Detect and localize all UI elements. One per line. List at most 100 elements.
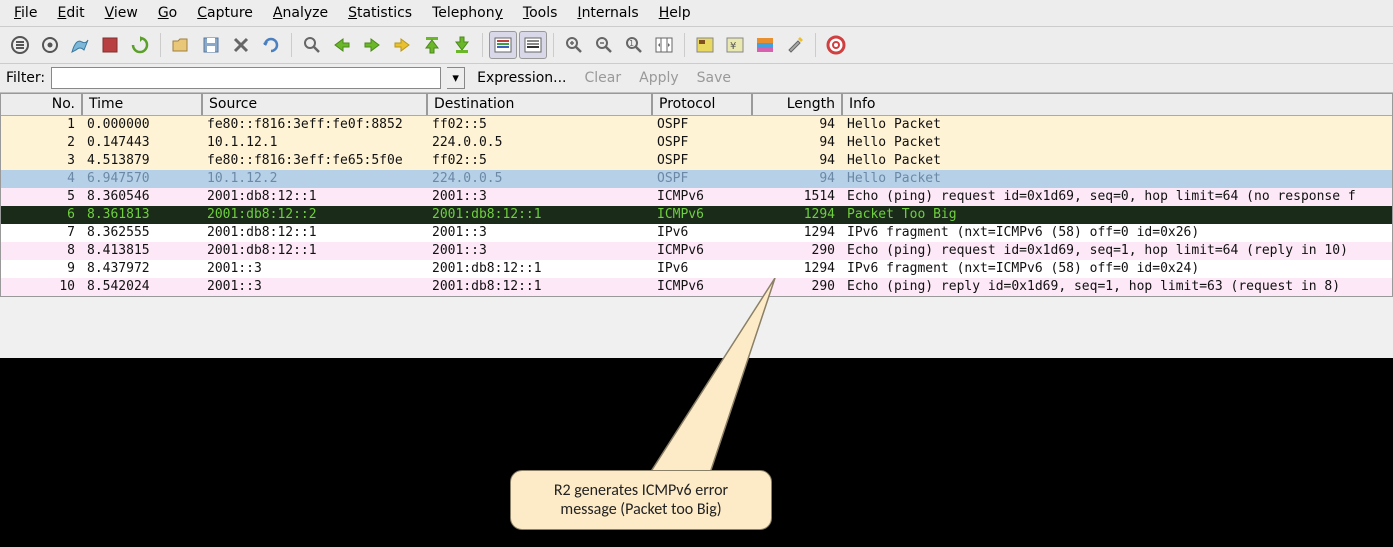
go-to-packet-button[interactable] <box>388 31 416 59</box>
menu-edit[interactable]: Edit <box>49 3 92 23</box>
cell-source: 2001:db8:12::1 <box>201 242 426 260</box>
menu-capture[interactable]: Capture <box>189 3 261 23</box>
menu-telephony[interactable]: Telephony <box>424 3 511 23</box>
table-row[interactable]: 10.000000fe80::f816:3eff:fe0f:8852ff02::… <box>1 116 1392 134</box>
reload-button[interactable] <box>257 31 285 59</box>
col-no[interactable]: No. <box>1 94 81 115</box>
col-destination[interactable]: Destination <box>426 94 651 115</box>
cell-protocol: ICMPv6 <box>651 188 751 206</box>
table-row[interactable]: 58.3605462001:db8:12::12001::3ICMPv61514… <box>1 188 1392 206</box>
find-icon <box>303 36 321 54</box>
menu-go[interactable]: Go <box>150 3 185 23</box>
clear-button[interactable]: Clear <box>579 70 628 86</box>
table-row[interactable]: 34.513879fe80::f816:3eff:fe65:5f0eff02::… <box>1 152 1392 170</box>
preferences-icon <box>786 36 804 54</box>
toolbar: 1 ¥ <box>0 27 1393 64</box>
stop-capture-button[interactable] <box>96 31 124 59</box>
colorize-icon <box>494 37 512 53</box>
table-row[interactable]: 68.3618132001:db8:12::22001:db8:12::1ICM… <box>1 206 1392 224</box>
cell-destination: 2001::3 <box>426 242 651 260</box>
cell-no: 6 <box>1 206 81 224</box>
table-row[interactable]: 88.4138152001:db8:12::12001::3ICMPv6290E… <box>1 242 1392 260</box>
restart-capture-button[interactable] <box>126 31 154 59</box>
cell-time: 6.947570 <box>81 170 201 188</box>
cell-destination: ff02::5 <box>426 152 651 170</box>
gear-icon <box>41 36 59 54</box>
cell-source: 10.1.12.2 <box>201 170 426 188</box>
autoscroll-button[interactable] <box>519 31 547 59</box>
filter-dropdown[interactable]: ▾ <box>447 67 465 89</box>
resize-columns-button[interactable] <box>650 31 678 59</box>
cell-source: fe80::f816:3eff:fe0f:8852 <box>201 116 426 134</box>
cell-no: 7 <box>1 224 81 242</box>
go-first-button[interactable] <box>418 31 446 59</box>
interfaces-button[interactable] <box>6 31 34 59</box>
help-button[interactable] <box>822 31 850 59</box>
display-filters-button[interactable]: ¥ <box>721 31 749 59</box>
zoom-in-button[interactable] <box>560 31 588 59</box>
cell-length: 1294 <box>751 260 841 278</box>
cell-protocol: IPv6 <box>651 224 751 242</box>
expression-button[interactable]: Expression... <box>471 70 572 86</box>
cell-time: 8.361813 <box>81 206 201 224</box>
cell-destination: 2001::3 <box>426 188 651 206</box>
zoom-in-icon <box>565 36 583 54</box>
menu-internals[interactable]: Internals <box>569 3 646 23</box>
zoom-out-button[interactable] <box>590 31 618 59</box>
cell-destination: 2001:db8:12::1 <box>426 278 651 296</box>
col-protocol[interactable]: Protocol <box>651 94 751 115</box>
cell-destination: 224.0.0.5 <box>426 134 651 152</box>
cell-time: 8.360546 <box>81 188 201 206</box>
start-capture-button[interactable] <box>66 31 94 59</box>
menu-view[interactable]: View <box>97 3 146 23</box>
col-time[interactable]: Time <box>81 94 201 115</box>
menu-tools[interactable]: Tools <box>515 3 566 23</box>
col-info[interactable]: Info <box>841 94 1392 115</box>
cell-info: Hello Packet <box>841 170 1392 188</box>
cell-destination: ff02::5 <box>426 116 651 134</box>
cell-info: IPv6 fragment (nxt=ICMPv6 (58) off=0 id=… <box>841 224 1392 242</box>
menu-help[interactable]: Help <box>651 3 699 23</box>
preferences-button[interactable] <box>781 31 809 59</box>
menubar: File Edit View Go Capture Analyze Statis… <box>0 0 1393 27</box>
menu-file[interactable]: File <box>6 3 45 23</box>
close-button[interactable] <box>227 31 255 59</box>
save-button[interactable] <box>197 31 225 59</box>
col-source[interactable]: Source <box>201 94 426 115</box>
go-last-button[interactable] <box>448 31 476 59</box>
go-forward-button[interactable] <box>358 31 386 59</box>
menu-analyze[interactable]: Analyze <box>265 3 336 23</box>
options-button[interactable] <box>36 31 64 59</box>
col-length[interactable]: Length <box>751 94 841 115</box>
find-button[interactable] <box>298 31 326 59</box>
cell-time: 4.513879 <box>81 152 201 170</box>
stop-icon <box>102 37 118 53</box>
cell-length: 94 <box>751 170 841 188</box>
cell-info: Hello Packet <box>841 134 1392 152</box>
menu-statistics[interactable]: Statistics <box>340 3 420 23</box>
table-row[interactable]: 20.14744310.1.12.1224.0.0.5OSPF94Hello P… <box>1 134 1392 152</box>
cell-length: 1294 <box>751 224 841 242</box>
cell-protocol: OSPF <box>651 116 751 134</box>
filter-input[interactable] <box>51 67 441 89</box>
cell-length: 94 <box>751 152 841 170</box>
cell-time: 0.000000 <box>81 116 201 134</box>
coloring-rules-button[interactable] <box>751 31 779 59</box>
cell-protocol: IPv6 <box>651 260 751 278</box>
cell-info: Echo (ping) reply id=0x1d69, seq=1, hop … <box>841 278 1392 296</box>
cell-length: 94 <box>751 116 841 134</box>
table-row[interactable]: 46.94757010.1.12.2224.0.0.5OSPF94Hello P… <box>1 170 1392 188</box>
colorize-button[interactable] <box>489 31 517 59</box>
help-icon <box>826 35 846 55</box>
save-filter-button[interactable]: Save <box>691 70 737 86</box>
go-back-button[interactable] <box>328 31 356 59</box>
table-row[interactable]: 98.4379722001::32001:db8:12::1IPv61294IP… <box>1 260 1392 278</box>
cell-source: 2001:db8:12::1 <box>201 188 426 206</box>
open-button[interactable] <box>167 31 195 59</box>
separator <box>684 33 685 57</box>
forward-icon <box>363 37 381 53</box>
capture-filters-button[interactable] <box>691 31 719 59</box>
zoom-reset-button[interactable]: 1 <box>620 31 648 59</box>
apply-button[interactable]: Apply <box>633 70 685 86</box>
table-row[interactable]: 78.3625552001:db8:12::12001::3IPv61294IP… <box>1 224 1392 242</box>
